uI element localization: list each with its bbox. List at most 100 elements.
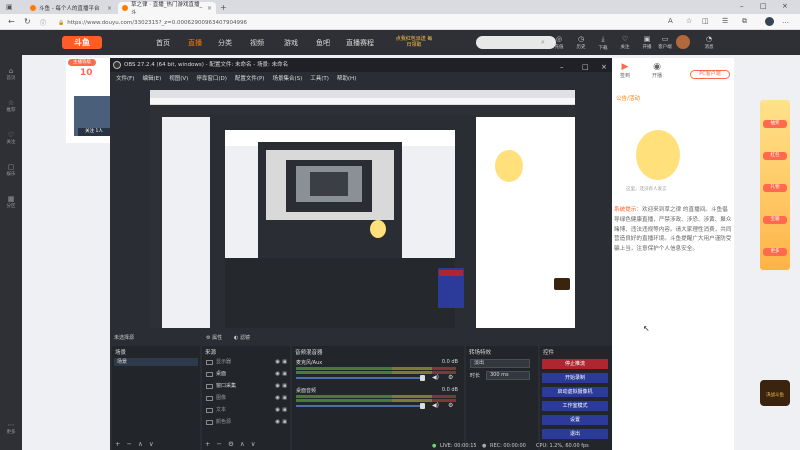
activity-more[interactable]: 更多 [763,248,787,256]
source-item[interactable]: 颜色源 ◉ ▣ [204,418,288,427]
volume-slider-handle[interactable] [420,375,425,381]
nav-game[interactable]: 游戏 [284,38,298,48]
nav-live[interactable]: 直播 [188,38,202,48]
close-window-icon[interactable]: × [782,2,788,10]
source-item[interactable]: 图像 ◉ ▣ [204,394,288,403]
obs-preview[interactable] [150,90,575,328]
menu-edit[interactable]: 编辑(E) [142,74,161,82]
activity-sidebar[interactable]: 抽奖 红包 礼物 宝箱 更多 [760,100,790,270]
filters-button[interactable]: ◐ 滤镜 [234,334,250,341]
back-icon[interactable]: ← [8,17,15,26]
douyu-logo[interactable]: 斗鱼 [62,36,102,49]
menu-view[interactable]: 视图(V) [169,74,188,82]
properties-button[interactable]: ⚙ 属性 [206,334,222,341]
studio-mode-button[interactable]: 工作室模式 [542,401,608,411]
pc-client-button[interactable]: PC客户端 [690,70,730,79]
exit-button[interactable]: 退出 [542,429,608,439]
user-avatar[interactable] [676,35,690,49]
tab-douyu-home[interactable]: 斗鱼 - 每个人的直播平台 × [26,2,116,14]
lock-icon[interactable]: ▣ [282,418,287,427]
rail-more[interactable]: ⋯ 更多 [2,421,20,435]
search-icon[interactable]: ⌕ [541,38,545,47]
source-item[interactable]: 文本 ◉ ▣ [204,406,288,415]
source-item[interactable]: 显示器 ◉ ▣ [204,358,288,367]
menu-file[interactable]: 文件(F) [116,74,134,82]
tab-stream-room[interactable]: 草之律 · 直播_热门游戏直播_斗 × [118,2,216,16]
menu-help[interactable]: 帮助(H) [337,74,356,82]
close-tab-icon[interactable]: × [207,5,212,12]
speaker-icon[interactable]: ◀) [432,374,439,381]
lock-icon[interactable]: ▣ [282,394,287,403]
rail-home[interactable]: ⌂ 首页 [2,67,20,81]
volume-slider[interactable] [296,405,422,407]
volume-slider[interactable] [296,377,422,379]
nav-fishbar[interactable]: 鱼吧 [316,38,330,48]
maximize-icon[interactable]: □ [760,2,767,10]
lock-icon[interactable]: ▣ [282,406,287,415]
visibility-icon[interactable]: ◉ [275,358,280,367]
close-tab-icon[interactable]: × [107,5,112,12]
source-item[interactable]: 窗口采集 ◉ ▣ [204,382,288,391]
speaker-icon[interactable]: ◀) [432,402,439,409]
nav-category[interactable]: 分类 [218,38,232,48]
checkin-button[interactable]: ▶ 签到 [614,62,636,79]
collections-icon[interactable]: ⧉ [742,17,747,26]
settings-button[interactable]: 设置 [542,415,608,425]
favorites-list-icon[interactable]: ☰ [722,17,728,25]
gear-icon[interactable]: ⚙ [448,402,453,409]
new-tab-icon[interactable]: + [220,3,227,12]
tab-actions-icon[interactable]: ▣ [6,3,13,11]
rail-follow[interactable]: ♡ 关注 [2,131,20,145]
visibility-icon[interactable]: ◉ [275,418,280,427]
header-client[interactable]: ▭ 客户端 [654,35,676,50]
menu-tools[interactable]: 工具(T) [310,74,329,82]
header-follow[interactable]: ♡ 关注 [614,35,636,50]
menu-profile[interactable]: 配置文件(P) [235,74,265,82]
profile-avatar[interactable] [765,17,774,26]
visibility-icon[interactable]: ◉ [275,382,280,391]
duration-input[interactable]: 300 ms [486,371,530,380]
nav-home[interactable]: 首页 [156,38,170,48]
menu-scene-collection[interactable]: 场景集合(S) [272,74,302,82]
page-info-icon[interactable]: ⓘ [40,18,46,27]
transition-type-select[interactable]: 淡出 [470,359,530,368]
activity-redpacket[interactable]: 红包 [763,152,787,160]
activity-gift[interactable]: 礼物 [763,184,787,192]
lock-icon[interactable]: ▣ [282,370,287,379]
activity-chest[interactable]: 宝箱 [763,216,787,224]
stop-streaming-button[interactable]: 停止推流 [542,359,608,369]
chat-header[interactable]: 公告/活动 [616,94,640,102]
split-screen-icon[interactable]: ◫ [702,17,709,25]
visibility-icon[interactable]: ◉ [275,406,280,415]
header-recharge[interactable]: ◎ 充值 [548,35,570,50]
lock-icon[interactable]: ▣ [282,382,287,391]
scene-item[interactable]: 场景 [114,358,198,366]
streamer-follow[interactable]: 关注 1人 [78,128,110,136]
menu-docks[interactable]: 停靠窗口(D) [196,74,227,82]
promo-banner[interactable]: 点我红包派送 每日领取 [394,36,434,48]
nav-video[interactable]: 视频 [250,38,264,48]
rail-entertainment[interactable]: ▢ 娱乐 [2,163,20,177]
start-recording-button[interactable]: 开始录制 [542,373,608,383]
nav-schedule[interactable]: 直播赛程 [346,38,374,48]
header-message[interactable]: ◔ 消息 [698,35,720,50]
rail-category[interactable]: ▦ 分区 [2,195,20,209]
refresh-icon[interactable]: ↻ [24,17,31,26]
visibility-icon[interactable]: ◉ [275,370,280,379]
more-menu-icon[interactable]: … [782,17,789,25]
favorite-icon[interactable]: ☆ [686,17,692,25]
activity-lottery[interactable]: 抽奖 [763,120,787,128]
address-bar[interactable]: 🔒 https://www.douyu.com/3302315?_z=0.000… [58,18,638,27]
game-event-badge[interactable]: 决战斗鱼 [760,380,790,406]
start-virtual-camera-button[interactable]: 启动虚拟摄像机 [542,387,608,397]
header-history[interactable]: ◷ 历史 [570,35,592,50]
rail-recommend[interactable]: ☆ 推荐 [2,99,20,113]
volume-slider-handle[interactable] [420,403,425,409]
golive-button[interactable]: ◉ 开播 [646,62,668,79]
minimize-icon[interactable]: – [740,2,744,10]
source-item[interactable]: 桌面 ◉ ▣ [204,370,288,379]
read-aloud-icon[interactable]: A [668,17,673,25]
lock-icon[interactable]: ▣ [282,358,287,367]
gear-icon[interactable]: ⚙ [448,374,453,381]
visibility-icon[interactable]: ◉ [275,394,280,403]
